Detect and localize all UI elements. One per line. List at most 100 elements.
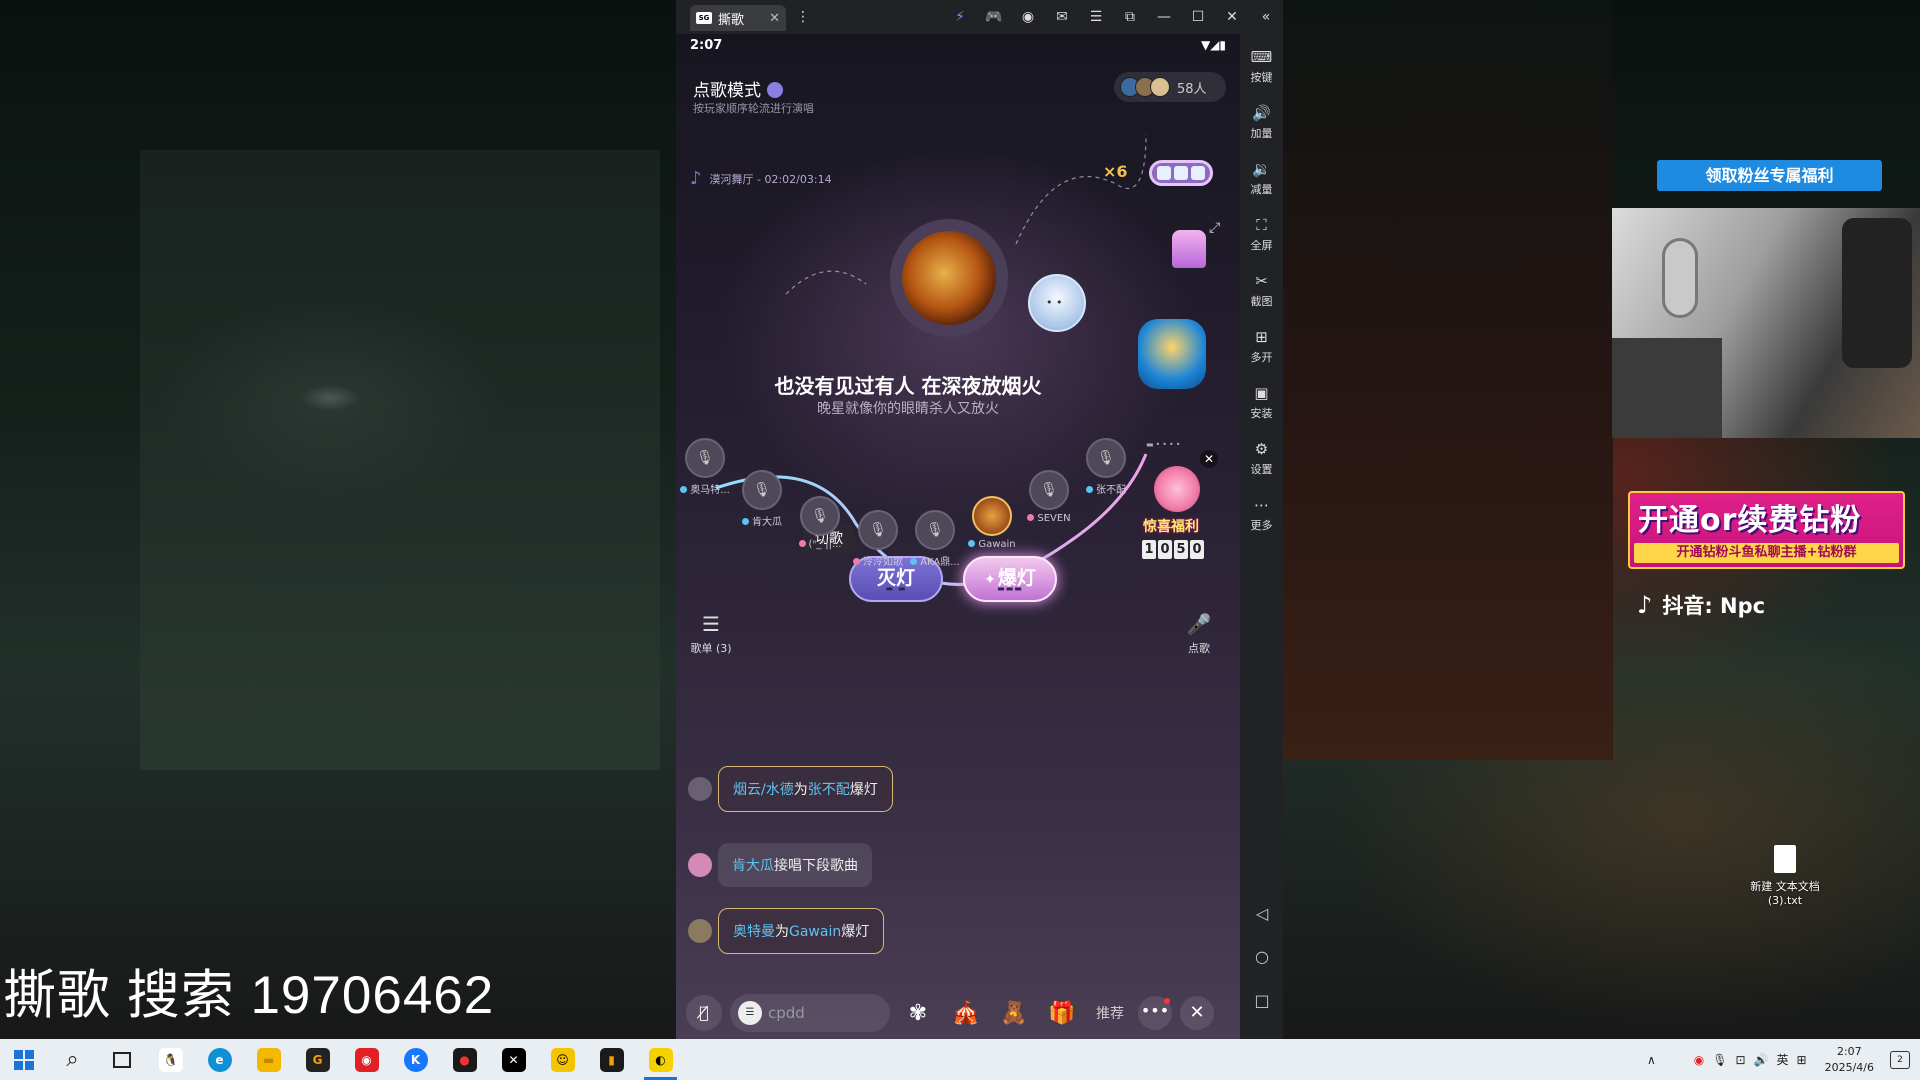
singer-avatar[interactable] [890,219,1008,337]
netease-music-icon: ◉ [354,1047,379,1072]
edge-icon: e [207,1047,232,1072]
room-subtitle: 按玩家顺序轮流进行演唱 [693,102,814,115]
chat-text: 为 [793,782,808,798]
ime-indicator[interactable]: 英 [1777,1051,1789,1068]
speaker-icon[interactable]: 🔊 [1754,1053,1769,1067]
sidebar-item-settings[interactable]: ⚙ 设置 [1240,440,1283,477]
bottom-bar: 🎙̸ ☰ cpdd ✾ 🎪 🧸 🎁 推荐 ••• ✕ [676,989,1240,1037]
lyric-next: 晚星就像你的眼睛杀人又放火 [817,401,999,417]
start-button[interactable] [0,1039,48,1080]
sidebar-item-more[interactable]: ⋯ 更多 [1240,496,1283,533]
taskbar-app-qq[interactable]: 🐧 [146,1039,195,1080]
kebab-menu-icon[interactable]: ⋮ [786,9,820,25]
fans-benefit-button[interactable]: 领取粉丝专属福利 [1657,160,1882,191]
tiktok-icon: ♪ [1637,591,1653,619]
tray-overflow-icon[interactable]: ∧ [1647,1053,1656,1067]
taskbar-task-view[interactable] [97,1039,146,1080]
recommend-button[interactable]: 推荐 [1090,1003,1130,1023]
chat-bubble-icon: ☰ [738,1001,762,1025]
audience-widget[interactable]: 58人 [1114,72,1226,102]
sidebar-item-screenshot[interactable]: ✂ 截图 [1240,272,1283,309]
sidebar-item-multi-open[interactable]: ⊞ 多开 [1240,328,1283,365]
taskbar-app-edge[interactable]: e [195,1039,244,1080]
taskbar-search[interactable]: ⌕ [48,1039,97,1080]
mic-seat-avatar: 🎙 [800,496,840,536]
android-home-icon[interactable]: ○ [1252,947,1272,966]
chat-user[interactable]: 肯大瓜 [732,858,774,874]
tab-close-icon[interactable]: ✕ [769,11,780,26]
mail-icon[interactable]: ✉ [1045,9,1079,25]
taskbar-app-circle[interactable]: ● [440,1039,489,1080]
clock[interactable]: 2:07 2025/4/6 [1825,1044,1874,1076]
room-mode-title[interactable]: 点歌模式 [693,76,783,101]
network-icon[interactable]: ⊡ [1736,1053,1746,1067]
gamepad-icon[interactable]: 🎮 [977,9,1011,25]
gift-box-icon[interactable]: 🎁 [1042,1001,1082,1026]
seat-dot [798,540,806,547]
taskbar-app-audio[interactable]: ▮ [587,1039,636,1080]
netease-tray-icon[interactable]: ◉ [1694,1053,1704,1067]
ime-grid-icon[interactable]: ⊞ [1797,1053,1807,1067]
songlist-button[interactable]: ☰ 歌单 (3) [686,612,736,656]
pick-song-button[interactable]: 🎤 点歌 [1174,612,1224,656]
close-promo-icon[interactable]: ✕ [1200,450,1218,468]
mic-off-button[interactable]: 🎙̸ [686,995,722,1031]
seat-name: AKA鼎... [895,553,975,568]
taskbar-app-game-face[interactable]: ☺ [538,1039,587,1080]
sidebar-label: 加量 [1250,127,1273,140]
douyin-handle: ♪ 抖音: Npc [1637,590,1765,620]
collapse-sidebar-icon[interactable]: « [1249,9,1283,25]
close-window-icon[interactable]: ✕ [1215,9,1249,25]
chat-bubble: 烟云/水德为张不配爆灯 [718,766,893,812]
chat-target[interactable]: Gawain [789,924,841,940]
switch-mode-icon[interactable] [767,82,783,98]
expand-icon[interactable]: ⤢ [1209,220,1220,236]
game-activity-icon[interactable]: 🎪 [946,1001,986,1026]
rose-gift-icon[interactable] [1154,466,1200,512]
menu-icon[interactable]: ☰ [1079,9,1113,25]
minimize-icon[interactable]: — [1147,9,1181,25]
chat-avatar[interactable] [688,919,712,943]
seat-dot [742,518,749,525]
more-options-icon[interactable]: ••• [1138,996,1172,1030]
taskbar-app-g[interactable]: G [293,1039,342,1080]
chat-avatar[interactable] [688,777,712,801]
mic-seat[interactable]: 🎙 张不配 [1066,438,1146,496]
android-back-icon[interactable]: ◁ [1252,904,1272,923]
taskbar-app-kugou[interactable]: K [391,1039,440,1080]
sidebar-item-volume-down[interactable]: 🔉 减量 [1240,160,1283,197]
lights-burst-button[interactable]: ✦ 爆灯 ▬▬▬ [963,556,1057,602]
sidebar-item-fullscreen[interactable]: ⛶ 全屏 [1240,216,1283,253]
app-tab[interactable]: SG 撕歌 ✕ [690,5,786,31]
taskbar-app-explorer[interactable]: ▬ [244,1039,293,1080]
character-gift-icon[interactable]: 🧸 [994,1001,1034,1026]
duck-event-icon[interactable] [1138,319,1206,389]
surprise-welfare-label[interactable]: 惊喜福利 [1143,520,1199,534]
carousel-gift-icon[interactable] [1172,230,1206,268]
close-room-icon[interactable]: ✕ [1180,996,1214,1030]
maximize-icon[interactable]: ☐ [1181,9,1215,25]
chat-action: 爆灯 [841,924,870,940]
mic-seat-avatar: 🎙 [915,510,955,550]
chat-avatar[interactable] [688,853,712,877]
desktop-file[interactable]: 新建 文本文档 (3).txt [1746,845,1824,907]
window-mode-icon[interactable]: ⧉ [1113,9,1147,25]
android-recents-icon[interactable]: □ [1252,991,1272,1010]
user-icon[interactable]: ◉ [1011,9,1045,25]
sidebar-item-volume-up[interactable]: 🔊 加量 [1240,104,1283,141]
taskbar-app-capcut[interactable]: ✕ [489,1039,538,1080]
boost-icon[interactable]: ⚡ [943,9,977,25]
notification-center-icon[interactable]: 2 [1890,1050,1910,1069]
taskbar-app-netease-music[interactable]: ◉ [342,1039,391,1080]
chat-target[interactable]: 张不配 [808,782,850,798]
chat-user[interactable]: 烟云/水德 [733,782,794,798]
task-view-icon [112,1051,131,1068]
sidebar-item-install[interactable]: ▣ 安装 [1240,384,1283,421]
microphone-icon[interactable]: 🎙 [1712,1053,1727,1067]
taskbar-app-sige[interactable]: ◐ [636,1039,685,1080]
pinwheel-gift-icon[interactable]: ✾ [898,1001,938,1026]
chat-input[interactable]: ☰ cpdd [730,994,890,1032]
sidebar-item-keys[interactable]: ⌨ 按键 [1240,48,1283,85]
chat-user[interactable]: 奥特曼 [733,924,775,940]
chat-text: 接唱下段歌曲 [774,858,858,874]
